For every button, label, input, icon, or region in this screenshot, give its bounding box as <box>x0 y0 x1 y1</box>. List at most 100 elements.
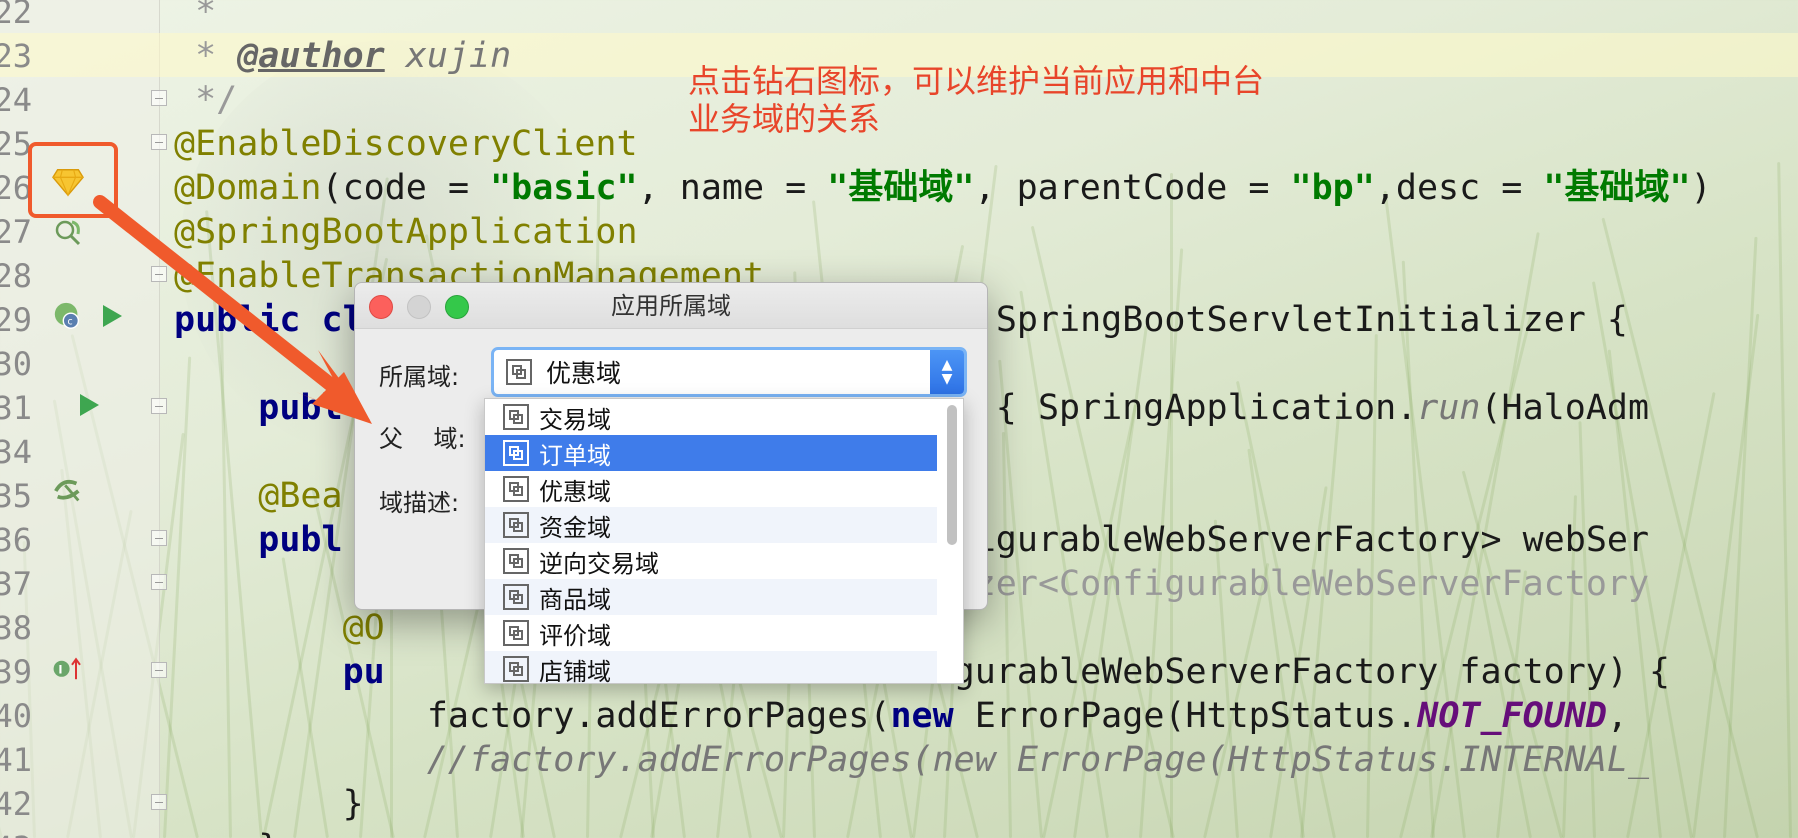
line-number: 24 <box>0 81 32 119</box>
dropdown-option[interactable]: 店铺域 <box>485 651 937 684</box>
line-number: 22 <box>0 0 32 31</box>
code-text: @Bea <box>174 474 343 518</box>
code-token: factory.addErrorPages( <box>174 696 891 736</box>
module-icon <box>503 584 529 610</box>
line-number: 27 <box>0 213 32 251</box>
code-text: @SpringBootApplication <box>174 210 638 254</box>
dropdown-option-label: 商品域 <box>539 585 611 614</box>
code-text: * @author xujin <box>174 34 511 78</box>
fold-marker[interactable] <box>151 90 167 106</box>
annotation-line-2: 业务域的关系 <box>688 100 881 138</box>
code-token: , <box>1606 696 1628 736</box>
module-icon <box>503 656 529 682</box>
dialog-titlebar[interactable]: 应用所属域 <box>355 283 987 329</box>
fold-marker[interactable] <box>151 398 167 414</box>
code-line: 26 @Domain(code = "basic", name = "基础域", … <box>0 166 1798 210</box>
line-number: 35 <box>0 477 32 515</box>
dropdown-option-label: 资金域 <box>539 513 611 542</box>
code-token: * <box>174 0 217 32</box>
code-line: 43 } <box>0 826 1798 838</box>
code-token: @Domain <box>174 168 322 208</box>
code-token: */ <box>174 80 238 120</box>
line-number: 34 <box>0 433 32 471</box>
fold-marker[interactable] <box>151 134 167 150</box>
fold-marker[interactable] <box>151 574 167 590</box>
code-token: @Bea <box>174 476 343 516</box>
code-token: @SpringBootApplication <box>174 212 638 252</box>
dropdown-option-label: 逆向交易域 <box>539 549 659 578</box>
parent-domain-label: 父 域: <box>379 425 466 453</box>
chevron-updown-icon[interactable]: ▲ ▼ <box>930 350 964 394</box>
code-token: pu <box>174 652 385 692</box>
domain-dropdown-list[interactable]: 交易域订单域 优惠域资金域逆向交易域商品域评价域店铺域 <box>484 398 964 684</box>
module-icon <box>506 359 532 385</box>
code-line: 40 factory.addErrorPages(new ErrorPage(H… <box>0 694 1798 738</box>
module-icon <box>503 476 529 502</box>
dropdown-scrollbar[interactable] <box>945 405 959 675</box>
code-token: xujin <box>384 36 512 76</box>
implements-icon[interactable]: I <box>52 652 84 684</box>
code-token: @author <box>237 36 385 76</box>
dropdown-option-label: 店铺域 <box>539 657 611 684</box>
code-text: factory.addErrorPages(new ErrorPage(Http… <box>174 694 1628 738</box>
line-number: 42 <box>0 785 32 823</box>
spring-boot-icon[interactable]: c <box>52 300 84 332</box>
domain-desc-label: 域描述: <box>379 489 460 517</box>
code-token: , name = <box>637 168 828 208</box>
line-number: 23 <box>0 37 32 75</box>
module-icon <box>503 620 529 646</box>
dialog-title: 应用所属域 <box>611 292 731 320</box>
code-token: publ <box>174 388 343 428</box>
code-token: public cl <box>174 300 364 340</box>
line-number: 31 <box>0 389 32 427</box>
code-token: , parentCode = <box>974 168 1291 208</box>
code-text: } <box>174 826 279 838</box>
annotation-line-1: 点击钻石图标，可以维护当前应用和中台 <box>688 62 1265 100</box>
run-icon[interactable] <box>96 300 128 332</box>
fold-marker[interactable] <box>151 530 167 546</box>
code-text: * <box>174 0 216 34</box>
code-token: (HaloAdm <box>1480 388 1650 428</box>
code-token: "basic" <box>490 168 638 208</box>
module-icon <box>503 404 529 430</box>
code-token: } <box>174 828 279 838</box>
fold-marker[interactable] <box>151 662 167 678</box>
run-main-icon[interactable] <box>73 389 105 421</box>
dropdown-option[interactable]: 优惠域 <box>485 471 937 507</box>
line-number: 43 <box>0 829 32 838</box>
module-icon <box>503 512 529 538</box>
code-token: run <box>1417 388 1481 428</box>
line-number: 28 <box>0 257 32 295</box>
module-icon <box>503 440 529 466</box>
fold-marker[interactable] <box>151 794 167 810</box>
domain-select[interactable]: 优惠域 ▲ ▼ <box>491 347 967 397</box>
dropdown-option[interactable]: 资金域 <box>485 507 937 543</box>
svg-text:c: c <box>68 316 73 327</box>
spring-bean-search-icon[interactable] <box>52 216 84 248</box>
dropdown-option-label: 订单域 <box>539 441 611 470</box>
code-token: new <box>890 696 954 736</box>
dropdown-option[interactable]: 评价域 <box>485 615 937 651</box>
code-text: @Domain(code = "basic", name = "基础域" , pa… <box>174 166 1712 210</box>
code-token: "bp" <box>1290 168 1375 208</box>
module-icon <box>503 548 529 574</box>
dropdown-option[interactable]: 订单域 <box>485 435 937 471</box>
code-text: */ <box>174 78 237 122</box>
fold-marker[interactable] <box>151 266 167 282</box>
svg-text:I: I <box>58 664 62 677</box>
code-token: (code = <box>321 168 491 208</box>
dropdown-option-label: 评价域 <box>539 621 611 650</box>
code-token: ) <box>1690 168 1712 208</box>
bean-method-icon[interactable] <box>52 475 84 507</box>
domain-select-value: 优惠域 <box>546 359 622 388</box>
domain-label: 所属域: <box>379 363 460 391</box>
dropdown-option[interactable]: 交易域 <box>485 399 937 435</box>
code-line: 22 * <box>0 0 1798 34</box>
code-token: } <box>174 784 364 824</box>
dropdown-option[interactable]: 商品域 <box>485 579 937 615</box>
code-token: ,desc = <box>1374 168 1544 208</box>
dropdown-option[interactable]: 逆向交易域 <box>485 543 937 579</box>
code-text: @EnableDiscoveryClient <box>174 122 638 166</box>
line-number: 38 <box>0 609 32 647</box>
code-token: "基础域" <box>1543 168 1691 208</box>
